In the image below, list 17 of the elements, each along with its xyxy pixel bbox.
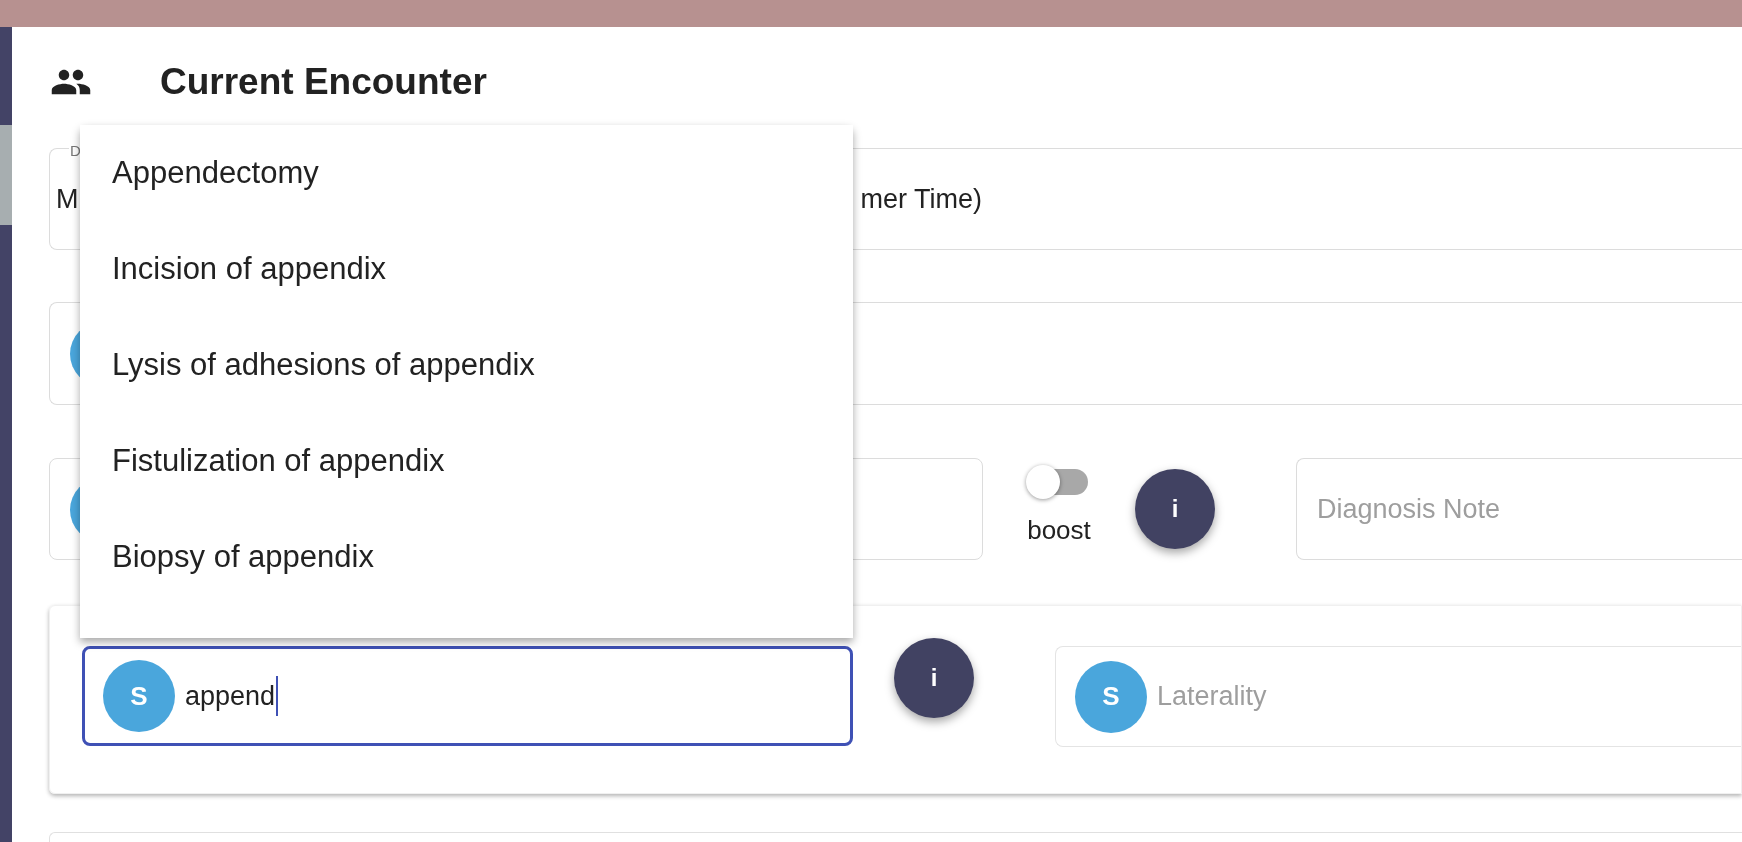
dropdown-option[interactable]: Incision of appendix: [80, 221, 853, 317]
procedure-field[interactable]: S append: [82, 646, 853, 746]
placeholder-text: Laterality: [1157, 680, 1267, 714]
dropdown-option[interactable]: Fistulization of appendix: [80, 413, 853, 509]
avatar-icon: S: [103, 660, 175, 732]
toggle-label: boost: [1027, 513, 1091, 547]
info-button[interactable]: i: [1135, 469, 1215, 549]
placeholder-text: Diagnosis Note: [1317, 492, 1501, 526]
dropdown-option[interactable]: Appendectomy: [80, 125, 853, 221]
field-value: append: [185, 675, 279, 717]
avatar-icon: S: [1075, 660, 1147, 733]
scrollbar-thumb[interactable]: [0, 125, 12, 225]
info-button[interactable]: i: [894, 638, 974, 718]
dropdown-option[interactable]: Biopsy of appendix: [80, 509, 853, 605]
page-title: Current Encounter: [160, 60, 487, 105]
field-value: mer Time): [860, 182, 982, 216]
field-value: M: [56, 182, 79, 216]
